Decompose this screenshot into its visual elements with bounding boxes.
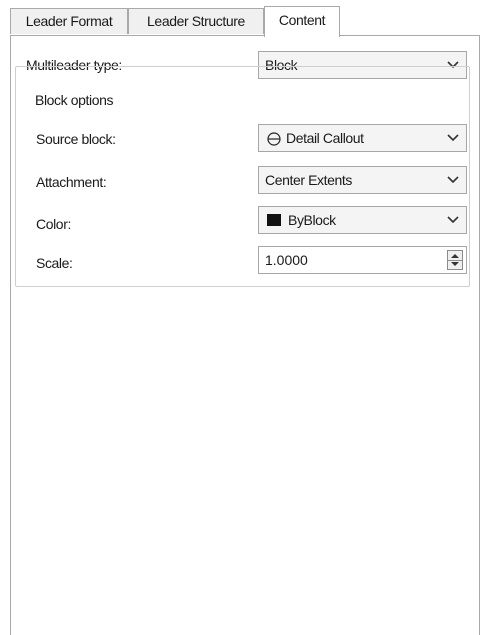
scale-spin-buttons[interactable] [447, 250, 463, 270]
tab-leader-format[interactable]: Leader Format [10, 8, 128, 34]
tab-content[interactable]: Content [264, 6, 340, 37]
color-value: ByBlock [288, 212, 336, 228]
chevron-down-icon [447, 176, 459, 184]
source-block-value: Detail Callout [286, 130, 364, 146]
color-swatch [267, 214, 281, 226]
source-block-dropdown[interactable]: Detail Callout [258, 124, 467, 152]
attachment-dropdown[interactable]: Center Extents [258, 166, 467, 194]
circle-block-icon [267, 132, 281, 146]
chevron-down-icon [447, 134, 459, 142]
scale-spinner[interactable]: 1.0000 [258, 246, 467, 274]
spin-up-icon[interactable] [451, 254, 459, 258]
attachment-value: Center Extents [265, 172, 352, 188]
color-dropdown[interactable]: ByBlock [258, 206, 467, 234]
block-options-title: Block options [31, 92, 118, 108]
source-block-label: Source block: [36, 131, 116, 147]
color-label: Color: [36, 216, 71, 232]
tab-leader-structure[interactable]: Leader Structure [128, 8, 264, 34]
spin-down-icon[interactable] [451, 262, 459, 266]
tab-strip: Leader Format Leader Structure Content [10, 6, 480, 37]
scale-value: 1.0000 [265, 252, 308, 268]
chevron-down-icon [447, 216, 459, 224]
scale-label: Scale: [36, 255, 73, 271]
attachment-label: Attachment: [36, 174, 107, 190]
